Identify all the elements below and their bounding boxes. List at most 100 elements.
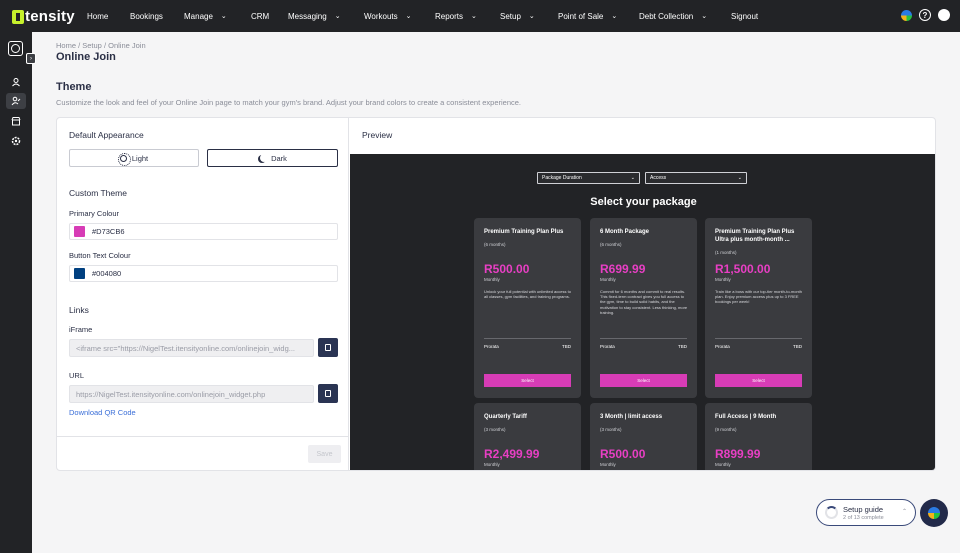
footer-divider <box>57 436 348 437</box>
package-prorata: Prorata TBD <box>600 344 687 349</box>
package-name: 6 Month Package <box>600 229 650 235</box>
chevron-up-icon: ⌃ <box>902 509 908 515</box>
package-name: Quarterly Tariff <box>484 414 527 420</box>
package-select-button[interactable]: Select <box>600 374 687 387</box>
chevron-down-icon: ⌄ <box>701 13 708 20</box>
chevron-down-icon: ⌄ <box>630 175 635 181</box>
nav-home[interactable]: Home <box>87 0 108 32</box>
nav-manage[interactable]: Manage ⌄ <box>184 0 227 32</box>
setup-guide-widget[interactable]: Setup guide 2 of 13 complete ⌃ <box>816 499 916 526</box>
nav-reports[interactable]: Reports ⌄ <box>435 0 477 32</box>
package-price: R699.99 <box>600 262 646 276</box>
package-duration: (6 months) <box>484 242 506 247</box>
iframe-label: iFrame <box>69 325 93 334</box>
package-price: R500.00 <box>600 447 646 461</box>
moon-icon <box>260 154 268 162</box>
package-name: Premium Training Plan Plus Ultra plus mo… <box>715 229 795 243</box>
package-period: Monthly <box>484 277 500 282</box>
brand-icon[interactable] <box>901 9 912 21</box>
package-divider <box>600 338 687 339</box>
package-period: Monthly <box>715 277 731 282</box>
package-prorata: Prorata TBD <box>484 344 571 349</box>
copy-iframe-button[interactable] <box>318 338 338 357</box>
primary-colour-swatch[interactable] <box>74 226 85 237</box>
nav-crm[interactable]: CRM <box>251 0 269 32</box>
package-price: R1,500.00 <box>715 262 771 276</box>
access-select[interactable]: Access ⌄ <box>645 172 747 184</box>
package-description: Unlock your full potential with unlimite… <box>484 289 571 300</box>
package-card[interactable]: Quarterly Tariff (3 months) R2,499.99 Mo… <box>474 403 581 470</box>
sidebar-members-icon[interactable] <box>6 74 26 90</box>
chevron-down-icon: ⌄ <box>528 13 535 20</box>
package-card[interactable]: 6 Month Package (6 months) R699.99 Month… <box>590 218 697 398</box>
package-name: Full Access | 9 Month <box>715 414 777 420</box>
assistant-button[interactable] <box>920 499 948 527</box>
page-title: Online Join <box>56 51 116 63</box>
nav-setup[interactable]: Setup ⌄ <box>500 0 535 32</box>
app-logo[interactable]: tensity <box>12 8 75 25</box>
package-card[interactable]: Premium Training Plan Plus Ultra plus mo… <box>705 218 812 398</box>
nav-debt-collection[interactable]: Debt Collection ⌄ <box>639 0 707 32</box>
top-right-icons: ? <box>901 9 950 21</box>
url-label: URL <box>69 371 85 380</box>
breadcrumb: Home / Setup / Online Join <box>56 41 146 50</box>
chevron-down-icon: ⌄ <box>737 175 742 181</box>
chevron-down-icon: ⌄ <box>220 13 227 20</box>
settings-pane: Default Appearance Light Dark Custom The… <box>57 118 349 470</box>
theme-card: Default Appearance Light Dark Custom The… <box>56 117 936 471</box>
chevron-down-icon: ⌄ <box>471 13 477 20</box>
nav-bookings[interactable]: Bookings <box>130 0 163 32</box>
help-icon[interactable]: ? <box>919 9 931 21</box>
button-text-colour-swatch[interactable] <box>74 268 85 279</box>
download-qr-link[interactable]: Download QR Code <box>69 408 136 417</box>
sidebar-expand-icon[interactable]: › <box>26 53 36 64</box>
logo-text: tensity <box>25 8 75 25</box>
nav-signout[interactable]: Signout <box>731 0 758 32</box>
progress-ring-icon <box>825 506 838 519</box>
package-duration: (6 months) <box>600 242 622 247</box>
nav-messaging[interactable]: Messaging ⌄ <box>288 0 341 32</box>
package-price: R2,499.99 <box>484 447 540 461</box>
package-card[interactable]: Full Access | 9 Month (9 months) R899.99… <box>705 403 812 470</box>
url-field[interactable]: https://NigelTest.itensityonline.com/onl… <box>69 385 314 403</box>
package-duration-select[interactable]: Package Duration ⌄ <box>537 172 640 184</box>
sidebar-settings-icon[interactable] <box>6 133 26 149</box>
button-text-colour-field[interactable]: #004080 <box>69 265 338 282</box>
save-button[interactable]: Save <box>308 445 341 463</box>
copy-url-button[interactable] <box>318 384 338 403</box>
preview-area: Package Duration ⌄ Access ⌄ Select your pa… <box>350 154 935 470</box>
dashboard-icon[interactable] <box>8 41 23 56</box>
primary-colour-field[interactable]: #D73CB6 <box>69 223 338 240</box>
package-prorata: Prorata TBD <box>715 344 802 349</box>
chevron-down-icon: ⌄ <box>405 13 412 20</box>
package-card[interactable]: Premium Training Plan Plus (6 months) R5… <box>474 218 581 398</box>
package-duration: (3 months) <box>600 427 622 432</box>
sidebar-store-icon[interactable] <box>6 113 26 129</box>
iframe-field[interactable]: <iframe src="https://NigelTest.itensityo… <box>69 339 314 357</box>
logo-mark-icon <box>12 9 24 24</box>
chevron-down-icon: ⌄ <box>611 13 618 20</box>
links-label: Links <box>69 305 89 315</box>
package-description: Train like a boss with our top-tier mont… <box>715 289 802 305</box>
preview-heading: Select your package <box>590 196 697 208</box>
package-select-button[interactable]: Select <box>715 374 802 387</box>
nav-point-of-sale[interactable]: Point of Sale ⌄ <box>558 0 617 32</box>
chevron-down-icon: ⌄ <box>334 13 341 20</box>
sidebar-online-join-icon[interactable] <box>6 93 26 109</box>
package-divider <box>484 338 571 339</box>
package-card[interactable]: 3 Month | limit access (3 months) R500.0… <box>590 403 697 470</box>
nav-workouts[interactable]: Workouts ⌄ <box>364 0 412 32</box>
package-description: Commit for 6 months and commit to real r… <box>600 289 688 315</box>
dark-mode-button[interactable]: Dark <box>207 149 338 167</box>
package-select-button[interactable]: Select <box>484 374 571 387</box>
setup-guide-title: Setup guide <box>843 505 884 514</box>
package-period: Monthly <box>600 277 616 282</box>
copy-icon <box>323 390 331 402</box>
light-mode-button[interactable]: Light <box>69 149 199 167</box>
avatar-icon[interactable] <box>938 9 950 21</box>
brand-icon <box>928 507 940 519</box>
preview-title: Preview <box>362 130 393 140</box>
package-period: Monthly <box>715 462 731 467</box>
package-name: 3 Month | limit access <box>600 414 663 420</box>
package-name: Premium Training Plan Plus <box>484 229 564 235</box>
